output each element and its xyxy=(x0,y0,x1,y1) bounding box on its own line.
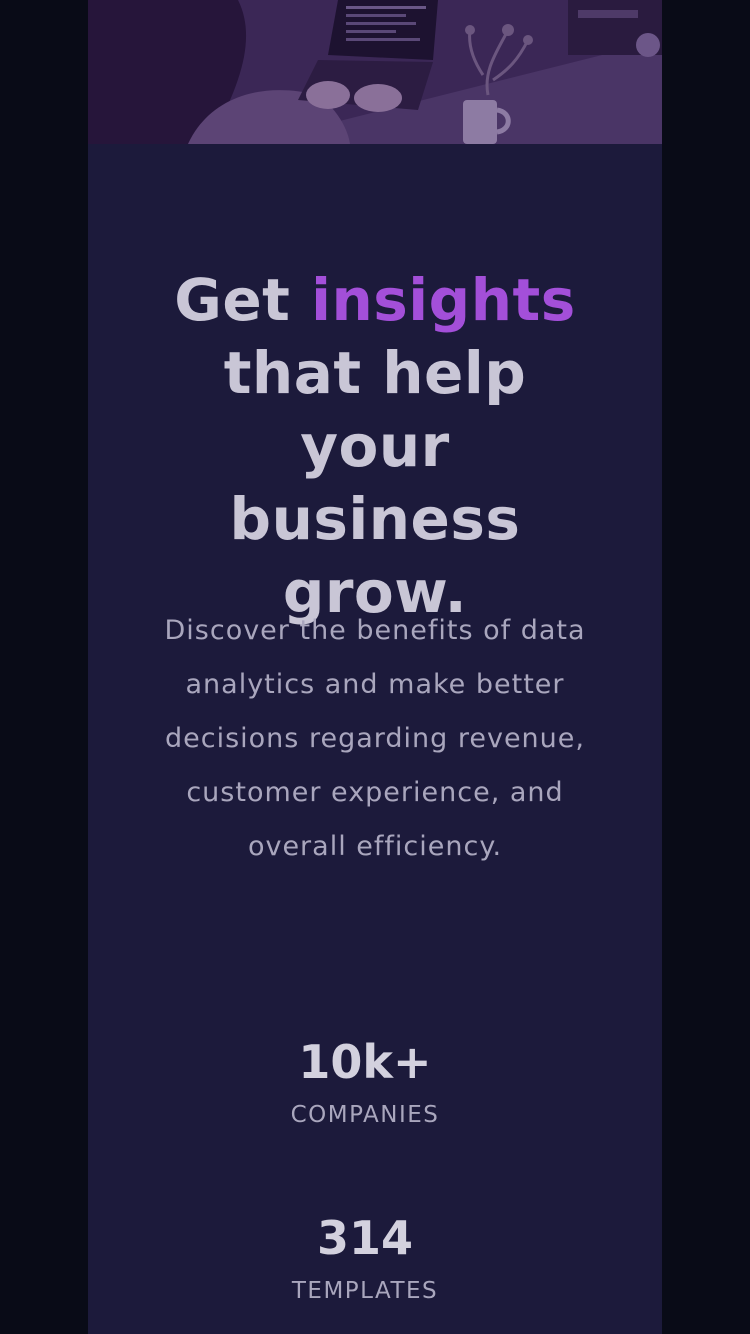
description: Discover the benefits of data analytics … xyxy=(164,615,586,862)
stat-label: COMPANIES xyxy=(290,1102,440,1128)
headline: Get insights that help your business gro… xyxy=(148,264,602,629)
stat-label: TEMPLATES xyxy=(291,1278,439,1304)
hero-image xyxy=(88,0,662,144)
headline-prefix: Get xyxy=(174,266,312,334)
stat-value: 314 xyxy=(316,1211,414,1265)
headline-suffix: that help your business grow. xyxy=(223,339,527,626)
stat-templates: 314 TEMPLATES xyxy=(88,1210,642,1306)
stat-value: 10k+ xyxy=(298,1035,432,1089)
headline-accent: insights xyxy=(311,266,576,334)
stat-companies: 10k+ COMPANIES xyxy=(88,1034,642,1130)
hero-photo-illustration xyxy=(88,0,662,144)
page: Get insights that help your business gro… xyxy=(0,0,750,1334)
feature-card: Get insights that help your business gro… xyxy=(88,0,662,1334)
